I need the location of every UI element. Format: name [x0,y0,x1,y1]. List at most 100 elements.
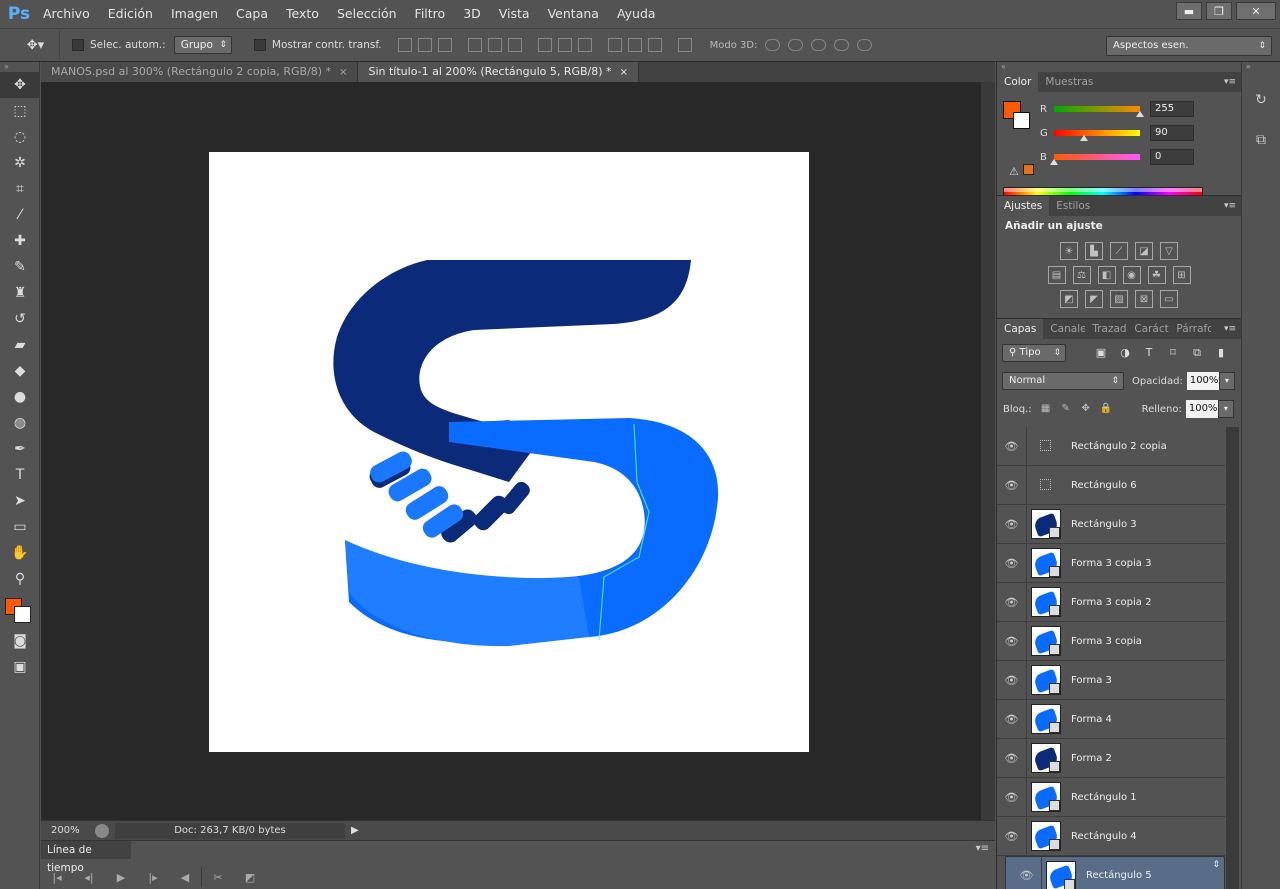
background-color-swatch[interactable] [14,606,31,623]
zoom-level[interactable]: 200% [41,825,91,836]
distribute-left-icon[interactable] [607,38,622,52]
layer-thumbnail[interactable] [1031,743,1061,773]
posterize-icon[interactable]: ◤ [1085,290,1103,308]
vibrance-icon[interactable]: ▽ [1160,242,1178,260]
stamp-tool[interactable]: ♜ [0,280,40,306]
tab-layers[interactable]: Capas [997,319,1044,339]
roll-3d-icon[interactable] [788,39,804,51]
toolbox-collapse-icon[interactable]: » [0,62,39,72]
marquee-tool[interactable]: ⬚ [0,98,40,124]
lasso-tool[interactable]: ◌ [0,124,40,150]
layer-row[interactable]: 👁 Rectángulo 2 copia [997,426,1225,466]
visibility-eye-icon[interactable]: 👁 [997,504,1027,544]
tab-paths[interactable]: Trazados [1085,319,1127,339]
pen-tool[interactable]: ✒ [0,436,40,462]
path-selection-tool[interactable]: ➤ [0,488,40,514]
slide-3d-icon[interactable] [834,39,850,51]
align-hcenter-icon[interactable] [487,38,502,52]
align-bottom-icon[interactable] [437,38,452,52]
layer-row[interactable]: 👁 Forma 2 [997,738,1225,778]
auto-select-dropdown[interactable]: Grupo [173,36,232,54]
lock-all-icon[interactable]: 🔒 [1100,403,1112,415]
tab-channels[interactable]: Canales [1043,319,1085,339]
panel-menu-icon[interactable]: ▾≡ [1224,72,1236,92]
layer-row[interactable]: 👁 Forma 3 [997,660,1225,700]
dodge-tool[interactable]: ◍ [0,410,40,436]
layer-row[interactable]: 👁 Rectángulo 4 [997,816,1225,856]
scale-3d-icon[interactable] [857,39,873,51]
distribute-top-icon[interactable] [537,38,552,52]
layer-thumbnail[interactable] [1031,509,1061,539]
move-tool[interactable]: ✥ [0,72,40,98]
menu-item-texto[interactable]: Texto [277,0,328,28]
history-brush-tool[interactable]: ↺ [0,306,40,332]
scissors-icon[interactable]: ✂ [202,871,234,884]
blur-tool[interactable]: ● [0,384,40,410]
first-frame-icon[interactable]: |◂ [41,871,73,884]
tab-styles[interactable]: Estilos [1049,196,1097,216]
distribute-bottom-icon[interactable] [577,38,592,52]
green-slider[interactable] [1054,130,1140,141]
panel-collapse-icon[interactable]: « [997,62,1240,72]
opacity-input[interactable]: 100% [1186,372,1219,390]
auto-align-icon[interactable] [677,38,692,52]
channel-mixer-icon[interactable]: ☘ [1147,266,1166,284]
visibility-eye-icon[interactable]: 👁 [997,699,1027,739]
minimize-button[interactable]: ▬ [1176,2,1202,20]
quick-mask-icon[interactable]: ◙ [0,628,40,654]
layer-row[interactable]: 👁 Forma 4 [997,699,1225,739]
brightness-icon[interactable]: ☀ [1060,242,1078,260]
hue-saturation-icon[interactable]: ▤ [1047,266,1066,284]
tab-swatches[interactable]: Muestras [1038,72,1100,92]
color-lookup-icon[interactable]: ⊞ [1172,266,1191,284]
black-white-icon[interactable]: ◧ [1097,266,1116,284]
red-value[interactable]: 255 [1150,101,1194,117]
menu-item-filtro[interactable]: Filtro [406,0,455,28]
visibility-eye-icon[interactable]: 👁 [997,660,1027,700]
rotate-3d-icon[interactable] [765,39,781,51]
layer-row[interactable]: 👁 Forma 3 copia [997,621,1225,661]
slider-thumb[interactable] [1080,135,1089,141]
lock-position-icon[interactable]: ✥ [1080,403,1092,415]
align-top-icon[interactable] [397,38,412,52]
audio-icon[interactable]: ◀ [169,871,201,884]
visibility-eye-icon[interactable]: 👁 [997,426,1027,466]
vertical-scrollbar[interactable] [981,82,995,820]
restore-button[interactable]: ❐ [1206,2,1232,20]
menu-item-ventana[interactable]: Ventana [539,0,608,28]
fill-input[interactable]: 100% [1185,400,1218,418]
align-left-icon[interactable] [467,38,482,52]
distribute-hcenter-icon[interactable] [627,38,642,52]
status-menu-arrow[interactable]: ▶ [351,825,359,836]
screen-mode-icon[interactable]: ▣ [0,654,40,680]
blue-value[interactable]: 0 [1150,149,1194,165]
smart-object-filter-icon[interactable]: ⧉ [1190,346,1204,360]
gamut-color-swatch[interactable] [1023,164,1034,175]
lock-pixels-icon[interactable]: ✎ [1060,403,1072,415]
visibility-eye-icon[interactable]: 👁 [997,465,1027,505]
blue-slider[interactable] [1050,154,1140,165]
play-icon[interactable]: ▶ [105,871,137,884]
type-filter-icon[interactable]: T [1142,346,1156,360]
status-icon[interactable] [95,823,109,838]
panel-background-swatch[interactable] [1013,112,1030,129]
menu-item-edicion[interactable]: Edición [99,0,162,28]
gradient-map-icon[interactable]: ▭ [1160,290,1178,308]
exposure-icon[interactable]: ◪ [1135,242,1153,260]
menu-item-ayuda[interactable]: Ayuda [608,0,665,28]
show-transform-checkbox[interactable] [253,39,266,51]
gamut-warning-icon[interactable]: ⚠ [1009,165,1019,178]
eyedropper-tool[interactable]: ⁄ [0,202,40,228]
crop-tool[interactable]: ⌗ [0,176,40,202]
distribute-right-icon[interactable] [647,38,662,52]
lock-transparent-icon[interactable]: ▦ [1040,403,1052,415]
close-tab-icon[interactable]: × [339,67,347,78]
zoom-tool[interactable]: ⚲ [0,566,40,592]
opacity-dropdown-icon[interactable]: ▾ [1218,372,1235,390]
selective-color-icon[interactable]: ⊠ [1135,290,1153,308]
auto-select-checkbox[interactable] [72,39,84,51]
fill-dropdown-icon[interactable]: ▾ [1217,400,1234,418]
tab-paragraph[interactable]: Párrafo [1169,319,1211,339]
align-vcenter-icon[interactable] [417,38,432,52]
layer-thumbnail[interactable] [1031,548,1061,578]
